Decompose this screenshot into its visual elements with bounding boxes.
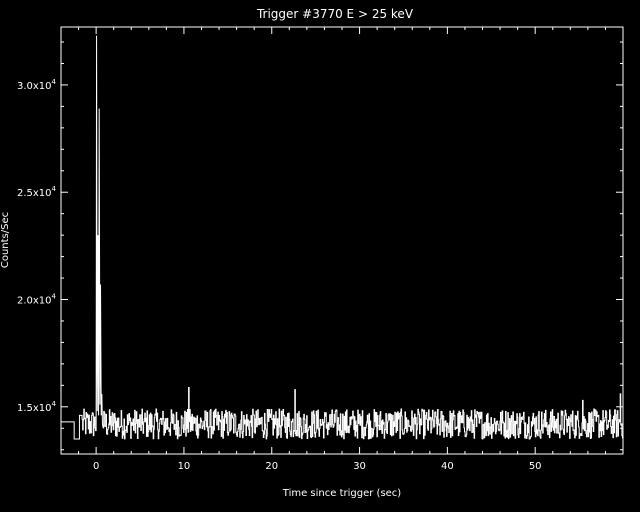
x-tick-label: 0 [93, 461, 99, 472]
y-axis-ticks: 1.5x104 2.0x104 2.5x104 3.0x104 [17, 41, 623, 451]
x-tick-label: 20 [265, 461, 278, 472]
y-tick-label: 2.0x104 [17, 293, 57, 307]
x-tick-label: 50 [529, 461, 542, 472]
x-axis-label: Time since trigger (sec) [282, 488, 402, 499]
y-axis-label: Counts/Sec [0, 212, 11, 268]
light-curve-series [61, 35, 623, 440]
chart-stage: Trigger #3770 E > 25 keV 0 10 20 30 40 50 1.5… [0, 0, 640, 512]
chart-title: Trigger #3770 E > 25 keV [256, 7, 414, 21]
light-curve-chart: Trigger #3770 E > 25 keV 0 10 20 30 40 50 1.5… [0, 7, 624, 499]
x-tick-label: 10 [178, 461, 191, 472]
plot-frame [60, 26, 624, 455]
y-tick-label: 3.0x104 [17, 78, 57, 92]
x-tick-label: 40 [441, 461, 454, 472]
y-tick-label: 2.5x104 [17, 185, 57, 199]
y-tick-label: 1.5x104 [17, 400, 57, 414]
x-axis-ticks: 0 10 20 30 40 50 [60, 27, 624, 472]
x-tick-label: 30 [353, 461, 366, 472]
